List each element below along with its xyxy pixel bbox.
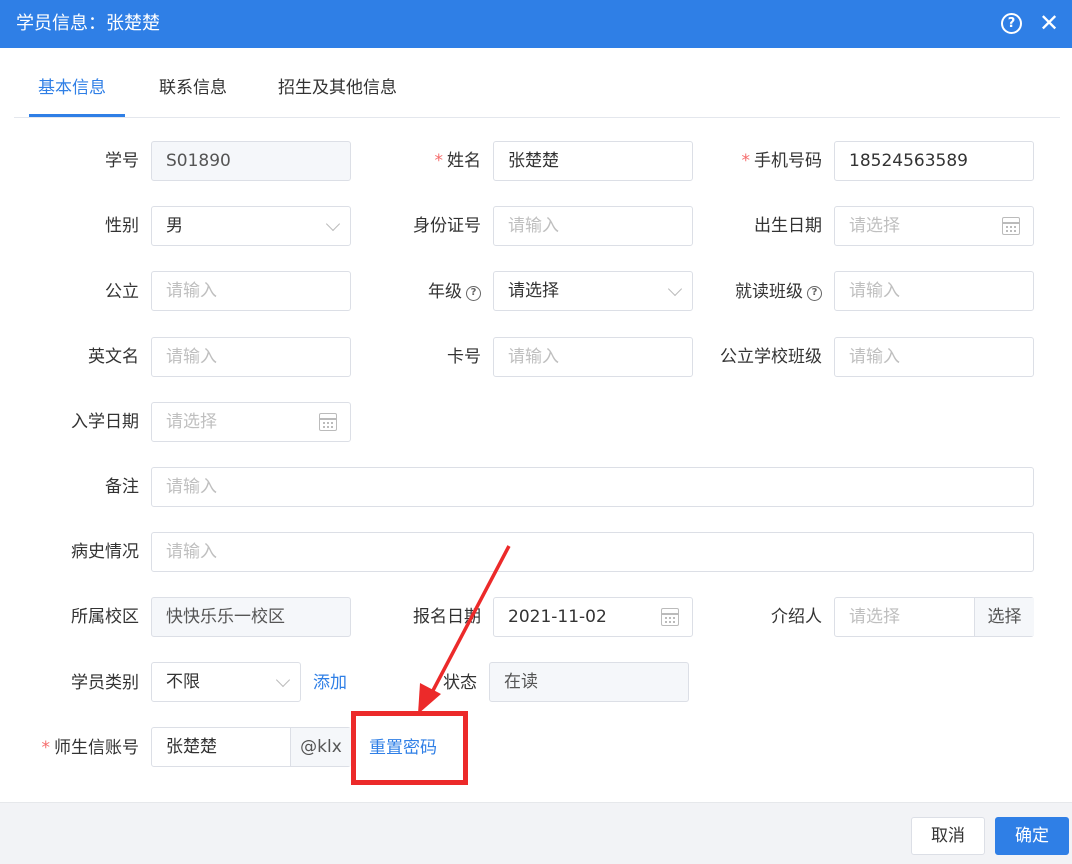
confirm-button[interactable]: 确定 bbox=[995, 817, 1069, 855]
annotation-arrow bbox=[418, 545, 511, 714]
annotation-arrow-head bbox=[418, 683, 441, 714]
annotation-arrow-line bbox=[426, 545, 511, 701]
cancel-button[interactable]: 取消 bbox=[911, 817, 985, 855]
dialog-footer: 取消 确定 bbox=[0, 802, 1072, 864]
student-info-dialog: 学员信息：张楚楚 ? ✕ 基本信息 联系信息 招生及其他信息 学号 S01890… bbox=[0, 0, 1072, 864]
